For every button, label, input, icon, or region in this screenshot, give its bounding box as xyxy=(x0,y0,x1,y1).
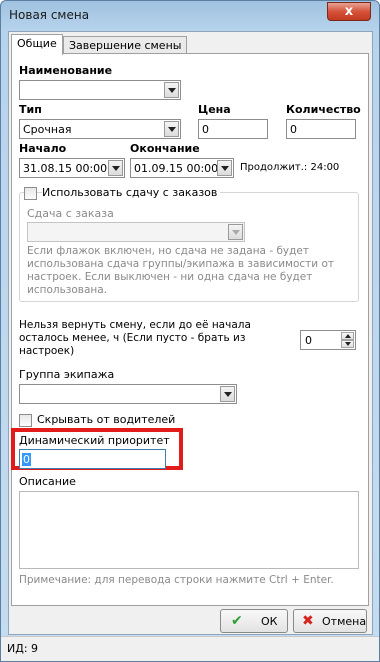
name-combo[interactable] xyxy=(19,80,181,100)
close-button[interactable]: x xyxy=(327,2,371,21)
order-change-combo[interactable] xyxy=(27,222,245,242)
record-id-text: ИД: 9 xyxy=(7,642,39,655)
ok-label: ОК xyxy=(261,615,278,628)
note-text: Примечание: для перевода строки нажмите … xyxy=(19,574,334,586)
title-bar[interactable]: Новая смена x xyxy=(1,1,379,31)
crew-group-label: Группа экипажа xyxy=(19,368,115,381)
cross-icon: ✖ xyxy=(302,613,314,629)
start-datetime-picker[interactable]: 31.08.15 00:00 xyxy=(19,158,125,178)
duration-text: Продолжит.: 24:00 xyxy=(240,162,340,173)
chevron-down-icon[interactable] xyxy=(228,224,243,240)
chevron-down-icon[interactable] xyxy=(164,121,179,137)
start-label: Начало xyxy=(19,142,67,155)
tab-panel-general: Наименование Тип Срочная Цена 0 Количест… xyxy=(11,53,369,606)
end-label: Окончание xyxy=(130,142,200,155)
type-value: Срочная xyxy=(23,123,72,136)
type-label: Тип xyxy=(19,103,42,116)
cancel-button[interactable]: ✖ Отмена xyxy=(293,609,367,633)
quantity-input[interactable]: 0 xyxy=(286,119,356,139)
quantity-value: 0 xyxy=(290,123,297,136)
tab-shift-completion[interactable]: Завершение смены xyxy=(63,36,188,54)
dialog-client-area: Общие Завершение смены Наименование Тип … xyxy=(8,31,373,635)
chevron-down-icon[interactable] xyxy=(217,160,232,176)
crew-group-combo[interactable] xyxy=(19,384,237,404)
cancel-label: Отмена xyxy=(322,615,367,628)
order-change-label: Сдача с заказа xyxy=(27,207,114,220)
name-label: Наименование xyxy=(19,64,113,77)
hide-from-drivers-label: Скрывать от водителей xyxy=(37,413,176,426)
order-change-hint: Если флажок включен, но сдача не задана … xyxy=(27,245,334,296)
description-textarea[interactable] xyxy=(19,491,359,569)
quantity-label: Количество xyxy=(286,103,361,116)
cannot-return-text: Нельзя вернуть смену, если до её начала … xyxy=(19,319,251,357)
spin-up-icon[interactable] xyxy=(341,332,354,340)
dynamic-priority-value: 0 xyxy=(22,453,31,466)
cannot-return-value: 0 xyxy=(305,334,312,347)
hide-from-drivers-checkbox[interactable] xyxy=(19,414,32,427)
dynamic-priority-input[interactable]: 0 xyxy=(19,449,166,469)
use-order-change-checkbox[interactable] xyxy=(24,187,37,200)
checkmark-icon: ✔ xyxy=(231,613,243,629)
status-bar: ИД: 9 xyxy=(1,636,379,661)
end-value: 01.09.15 00:00 xyxy=(134,162,219,175)
description-label: Описание xyxy=(19,475,76,488)
tab-general[interactable]: Общие xyxy=(11,34,63,55)
type-combo[interactable]: Срочная xyxy=(19,119,181,139)
dialog-window: Новая смена x Общие Завершение смены Наи… xyxy=(0,0,380,662)
chevron-down-icon[interactable] xyxy=(108,160,123,176)
ok-button[interactable]: ✔ ОК xyxy=(220,609,288,633)
start-value: 31.08.15 00:00 xyxy=(23,162,108,175)
dynamic-priority-label: Динамический приоритет xyxy=(19,434,170,447)
cannot-return-hours-spinner[interactable]: 0 xyxy=(300,330,356,350)
chevron-down-icon[interactable] xyxy=(164,82,179,98)
price-value: 0 xyxy=(202,123,209,136)
chevron-down-icon[interactable] xyxy=(220,386,235,402)
spin-down-icon[interactable] xyxy=(341,340,354,348)
use-order-change-label: Использовать сдачу с заказов xyxy=(42,186,221,199)
price-input[interactable]: 0 xyxy=(198,119,268,139)
window-title: Новая смена xyxy=(9,8,90,22)
end-datetime-picker[interactable]: 01.09.15 00:00 xyxy=(130,158,234,178)
price-label: Цена xyxy=(198,103,231,116)
